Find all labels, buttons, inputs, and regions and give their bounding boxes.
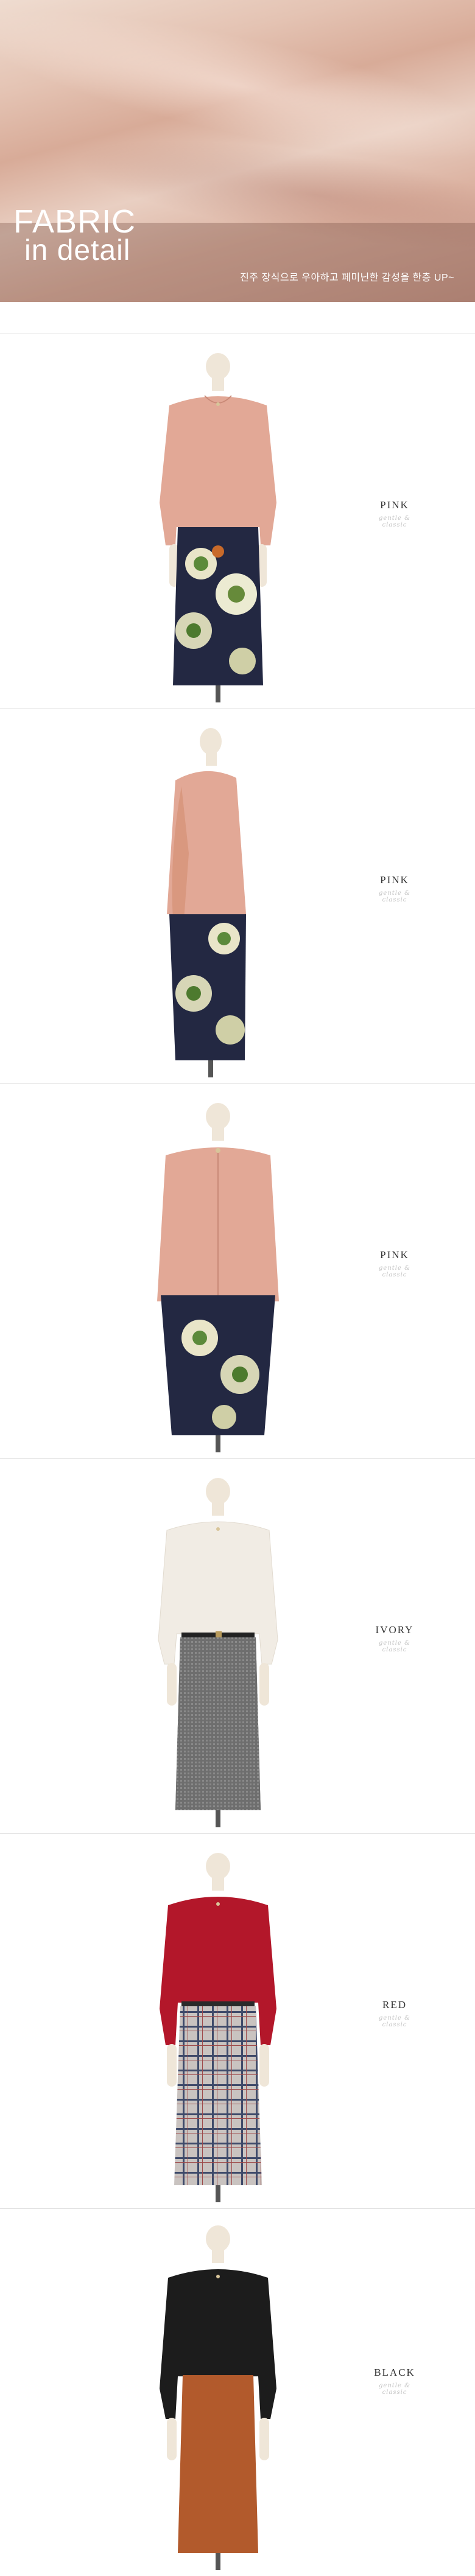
color-name: RED (382, 1999, 407, 2011)
color-label-block: PINK gentle & classic (365, 1249, 424, 1278)
color-name: BLACK (374, 2367, 415, 2378)
brand-signature: gentle & classic (379, 1640, 410, 1653)
mannequin-pink-front-image (133, 345, 303, 702)
brand-signature: gentle & classic (379, 890, 410, 903)
hero-caption: 진주 장식으로 우아하고 페미닌한 감성을 한층 UP~ (240, 273, 454, 283)
section-divider (0, 1083, 475, 1084)
color-label-block: IVORY gentle & classic (365, 1624, 424, 1653)
color-label-block: PINK gentle & classic (365, 874, 424, 903)
color-name: PINK (380, 1249, 409, 1261)
mannequin-pink-side-image (133, 719, 303, 1077)
color-name: IVORY (375, 1624, 414, 1636)
product-panel-ivory: IVORY gentle & classic (0, 1461, 475, 1833)
color-label-block: BLACK gentle & classic (365, 2367, 424, 2396)
color-name: PINK (380, 499, 409, 511)
mannequin-red-image (133, 1844, 303, 2202)
hero-title-line2: in detail (24, 234, 131, 267)
brand-signature: gentle & classic (379, 2382, 410, 2396)
color-label-block: RED gentle & classic (365, 1999, 424, 2028)
product-panel-red: RED gentle & classic (0, 1836, 475, 2208)
hero-title: FABRIC in detail (13, 205, 136, 267)
color-label-block: PINK gentle & classic (365, 499, 424, 528)
section-divider (0, 1458, 475, 1459)
brand-signature: gentle & classic (379, 1265, 410, 1278)
mannequin-black-image (133, 2212, 303, 2570)
product-panel-pink-back: PINK gentle & classic (0, 1086, 475, 1458)
color-name: PINK (380, 874, 409, 886)
product-panel-pink-side: PINK gentle & classic (0, 711, 475, 1083)
fabric-detail-hero: FABRIC in detail 진주 장식으로 우아하고 페미닌한 감성을 한… (0, 0, 475, 302)
product-panel-black: BLACK gentle & classic (0, 2203, 475, 2576)
section-divider (0, 1833, 475, 1834)
mannequin-pink-back-image (133, 1094, 303, 1452)
mannequin-ivory-image (133, 1469, 303, 1827)
product-panel-pink-front: PINK gentle & classic (0, 336, 475, 709)
brand-signature: gentle & classic (379, 2015, 410, 2028)
brand-signature: gentle & classic (379, 515, 410, 528)
